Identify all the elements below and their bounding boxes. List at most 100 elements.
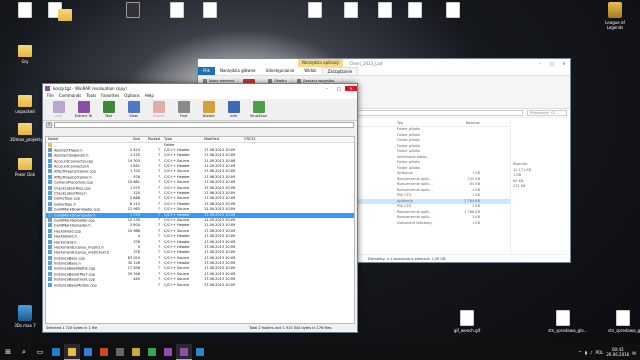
archive-file-name: HackshieldLicense_metin2ext.h xyxy=(54,250,110,255)
explorer-tab[interactable]: Zarządzanie xyxy=(321,67,359,75)
archive-column-header[interactable]: Modified xyxy=(202,137,242,142)
archive-column-header[interactable]: Type xyxy=(162,137,202,142)
taskbar-app-4[interactable] xyxy=(144,344,160,360)
toolbar-button-test[interactable]: Test xyxy=(97,100,120,119)
windows-logo-icon: ⊞ xyxy=(5,348,11,356)
desktop-icon[interactable] xyxy=(370,2,400,20)
desktop-icon[interactable] xyxy=(50,6,80,23)
taskbar-app-3[interactable] xyxy=(128,344,144,360)
desktop-icon[interactable] xyxy=(118,2,148,20)
desktop-icon[interactable] xyxy=(438,2,468,20)
toolbar-button-wizard[interactable]: Wizard xyxy=(197,100,220,119)
archive-file-name: CheckLatestFiles.h xyxy=(54,191,87,196)
winrar-title-bar[interactable]: koszy.tgz - WinRAR (evaluation copy) – □… xyxy=(43,84,357,92)
menu-item[interactable]: File xyxy=(47,92,54,99)
taskbar-app-1[interactable] xyxy=(96,344,112,360)
desktop-icon[interactable]: stn_spredawa_glo... xyxy=(608,310,640,333)
search-button[interactable]: ⌕ xyxy=(16,344,32,360)
taskbar-app-2[interactable] xyxy=(112,344,128,360)
explorer-details-pane: Rozmiar 12 171 KB 1 KB 84 KB 232 KB xyxy=(510,120,570,254)
taskbar-app-5[interactable] xyxy=(160,344,176,360)
desktop-icon[interactable] xyxy=(195,2,225,20)
taskbar-winrar[interactable] xyxy=(176,344,192,360)
archive-file-name: GuildMarkUploader.cpp xyxy=(54,218,95,223)
taskbar-explorer[interactable] xyxy=(64,344,80,360)
archive-row[interactable]: InstanceBaseMotion.cpp? C/C++ Source 17.06… xyxy=(46,282,354,288)
maximize-icon[interactable]: □ xyxy=(333,86,345,91)
notifications-icon[interactable]: ▤ xyxy=(632,350,636,355)
desktop-icon[interactable]: unpacked xyxy=(10,92,40,114)
chevron-up-icon[interactable]: ^ xyxy=(578,350,581,355)
desktop-icon[interactable] xyxy=(300,2,330,20)
close-icon[interactable]: ✕ xyxy=(558,61,570,66)
taskbar-edge[interactable] xyxy=(48,344,64,360)
toolbar-button-add[interactable]: Add xyxy=(47,100,70,119)
minimize-icon[interactable]: – xyxy=(534,61,546,66)
menu-item[interactable]: Help xyxy=(145,92,154,99)
source-file-icon xyxy=(48,174,52,179)
toolbar-button-info[interactable]: Info xyxy=(222,100,245,119)
network-icon[interactable]: ▮ xyxy=(585,350,587,355)
clock-date: 26.06.2016 xyxy=(606,352,630,357)
explorer-column-header[interactable]: Typ xyxy=(394,120,450,126)
archive-path-field[interactable] xyxy=(54,122,354,128)
desktop-icon-label: gif_weech.gif xyxy=(453,328,481,333)
clock[interactable]: 00:43 26.06.2016 xyxy=(606,347,629,357)
toolbar-button-delete[interactable]: Delete xyxy=(147,100,170,119)
desktop-icon[interactable]: League of Legends xyxy=(600,2,630,30)
app-icon xyxy=(148,348,156,356)
menu-item[interactable]: Options xyxy=(124,92,139,99)
desktop-icon[interactable] xyxy=(10,2,40,20)
toolbar-label: Wizard xyxy=(202,114,215,118)
menu-item[interactable]: Commands xyxy=(59,92,82,99)
taskbar-app-6[interactable] xyxy=(192,344,208,360)
explorer-title-bar[interactable]: Narzędzia aplikacji Client_2013_Lod – □ … xyxy=(198,59,570,67)
task-view-button[interactable]: ▭ xyxy=(32,344,48,360)
toolbar-label: Test xyxy=(105,114,112,118)
menu-item[interactable]: Tools xyxy=(86,92,96,99)
explorer-tab[interactable]: Widok xyxy=(299,67,321,75)
archive-file-list[interactable]: Name Size Packed Type Modified CRC32 .. Folder… xyxy=(45,136,355,324)
source-file-icon xyxy=(48,191,52,196)
wizard-icon xyxy=(202,101,215,113)
desktop-icon[interactable]: stn_spredawa_glo... xyxy=(548,310,587,333)
close-icon[interactable]: ✕ xyxy=(345,85,357,91)
toolbar-button-find[interactable]: Find xyxy=(172,100,195,119)
toolbar-button-view[interactable]: View xyxy=(122,100,145,119)
source-file-icon xyxy=(48,250,52,255)
archive-column-header[interactable]: CRC32 xyxy=(242,137,272,142)
desktop-icon[interactable]: Gry xyxy=(10,42,40,64)
keyboard-language[interactable]: POL xyxy=(596,350,604,355)
explorer-column-header[interactable]: Rozmiar xyxy=(450,120,480,126)
maximize-icon[interactable]: □ xyxy=(546,61,558,66)
explorer-tab[interactable]: Udostępnianie xyxy=(260,67,299,75)
desktop-icon[interactable] xyxy=(336,2,366,20)
up-folder-icon[interactable]: ↑ xyxy=(46,122,52,128)
explorer-tab[interactable]: Narzędzia główne xyxy=(215,67,261,75)
desktop-icon[interactable]: gif_weech.gif xyxy=(452,310,482,333)
toolbar-button-extract-to[interactable]: Extract To xyxy=(72,100,95,119)
winrar-menu-bar: File Commands Tools Favorites Options Help xyxy=(43,92,357,99)
explorer-context-tab[interactable]: Narzędzia aplikacji xyxy=(298,59,344,67)
taskbar-store[interactable] xyxy=(80,344,96,360)
toolbar-label: Delete xyxy=(152,114,165,118)
file-icon xyxy=(378,2,392,18)
folder-icon xyxy=(18,95,32,107)
desktop-icon[interactable] xyxy=(162,2,192,20)
explorer-tab[interactable]: Plik xyxy=(198,67,215,75)
winrar-window[interactable]: koszy.tgz - WinRAR (evaluation copy) – □… xyxy=(42,83,358,333)
desktop-icon[interactable]: 3Ds max 7 xyxy=(10,305,40,328)
archive-column-header[interactable]: Packed xyxy=(142,137,162,142)
explorer-search-input[interactable]: Przeszukaj: Cli... xyxy=(527,110,567,116)
volume-icon[interactable]: ♪ xyxy=(590,350,593,355)
desktop-icon[interactable]: Poker Dok xyxy=(10,155,40,177)
minimize-icon[interactable]: – xyxy=(321,86,333,91)
desktop-icon[interactable] xyxy=(400,2,430,20)
archive-column-header[interactable]: Name xyxy=(46,137,124,142)
taskbar: ⊞ ⌕ ▭ ^ ▮ ♪ POL 00:43 26.06.2016 ▤ xyxy=(0,344,640,360)
start-button[interactable]: ⊞ xyxy=(0,344,16,360)
menu-item[interactable]: Favorites xyxy=(101,92,119,99)
desktop-icon[interactable]: 3Dmax_projekty xyxy=(10,120,43,142)
toolbar-button-virusscan[interactable]: VirusScan xyxy=(247,100,270,119)
archive-column-header[interactable]: Size xyxy=(124,137,142,142)
